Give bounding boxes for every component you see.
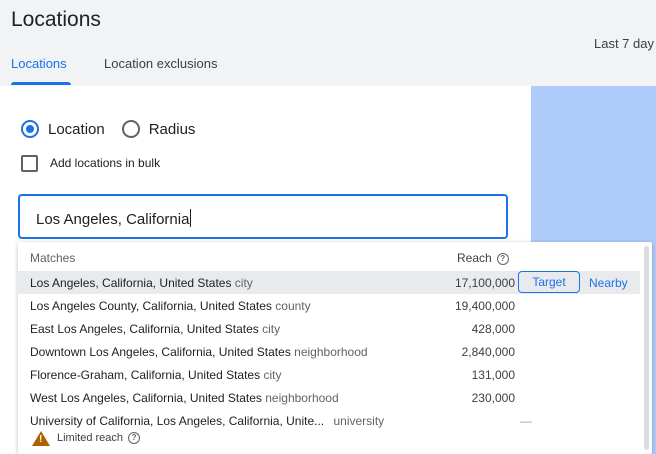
location-reach: 428,000 (471, 322, 515, 336)
location-suggestions-dropdown: Matches Reach? Los Angeles, California, … (18, 242, 652, 454)
radius-radio[interactable] (121, 120, 140, 138)
matches-header: Matches (30, 251, 76, 265)
location-reach: — (520, 414, 532, 428)
target-button[interactable]: Target (518, 271, 580, 293)
location-name: West Los Angeles, California, United Sta… (30, 391, 262, 405)
nearby-button[interactable]: Nearby (589, 276, 628, 290)
location-row[interactable]: Downtown Los Angeles, California, United… (18, 340, 640, 363)
reach-header: Reach? (457, 251, 509, 265)
warning-icon (32, 430, 50, 446)
bulk-checkbox[interactable] (21, 154, 38, 172)
location-name: Florence-Graham, California, United Stat… (30, 368, 261, 382)
location-reach: 131,000 (471, 368, 515, 382)
date-range-label[interactable]: Last 7 day (594, 36, 654, 51)
location-radio-label[interactable]: Location (48, 121, 105, 138)
tab-bar: Locations Location exclusions (0, 54, 656, 86)
tab-location-exclusions[interactable]: Location exclusions (104, 56, 217, 71)
active-tab-indicator (11, 82, 71, 85)
help-icon[interactable]: ? (128, 432, 141, 444)
location-name: Downtown Los Angeles, California, United… (30, 345, 291, 359)
suggestions-header: Matches Reach? (18, 242, 652, 270)
location-type: city (262, 322, 281, 336)
location-type: city (263, 368, 282, 382)
limited-reach-warning: Limited reach ? (32, 429, 141, 447)
dropdown-scrollbar[interactable] (644, 246, 649, 450)
location-row[interactable]: Los Angeles County, California, United S… (18, 294, 640, 317)
location-radio[interactable] (21, 120, 39, 138)
location-reach: 2,840,000 (461, 345, 515, 359)
location-type: city (234, 276, 253, 290)
location-row[interactable]: East Los Angeles, California, United Sta… (18, 317, 640, 340)
limited-reach-label: Limited reach (57, 432, 124, 444)
location-type: neighborhood (294, 345, 368, 359)
location-name: Los Angeles, California, United States (30, 276, 232, 290)
radius-radio-label[interactable]: Radius (149, 121, 196, 138)
tab-locations[interactable]: Locations (11, 56, 67, 71)
location-row[interactable]: Florence-Graham, California, United Stat… (18, 363, 640, 386)
location-row[interactable]: Los Angeles, California, United States c… (18, 271, 640, 294)
location-name: University of California, Los Angeles, C… (30, 414, 325, 428)
reach-header-label: Reach (457, 251, 492, 265)
location-type: university (333, 414, 385, 428)
location-name: East Los Angeles, California, United Sta… (30, 322, 259, 336)
location-mode-group: Location Radius (21, 117, 212, 141)
location-type: county (275, 299, 311, 313)
location-reach: 230,000 (471, 391, 515, 405)
page-title: Locations (11, 8, 101, 31)
help-icon[interactable]: ? (496, 253, 509, 265)
location-name: Los Angeles County, California, United S… (30, 299, 272, 313)
location-search-input[interactable]: Los Angeles, California (18, 194, 508, 239)
location-reach: 19,400,000 (454, 299, 515, 313)
location-row[interactable]: West Los Angeles, California, United Sta… (18, 386, 640, 409)
search-input-value: Los Angeles, California (36, 211, 190, 228)
text-cursor (190, 209, 192, 227)
bulk-row: Add locations in bulk (21, 153, 160, 173)
bulk-checkbox-label[interactable]: Add locations in bulk (50, 156, 160, 170)
location-reach: 17,100,000 (454, 276, 515, 290)
location-type: neighborhood (265, 391, 339, 405)
